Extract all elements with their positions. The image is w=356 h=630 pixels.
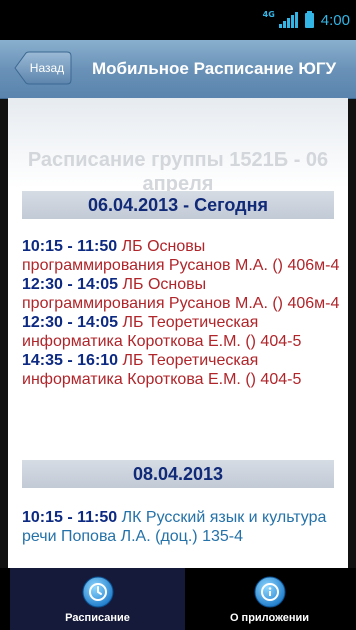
status-bar: 4G 4:00 <box>0 0 356 40</box>
network-type-label: 4G <box>262 10 275 19</box>
app-header: Назад Мобильное Расписание ЮГУ <box>0 40 356 99</box>
lesson-time: 14:35 - 16:10 <box>22 352 119 369</box>
tab-schedule-label: Расписание <box>65 612 130 624</box>
lesson-time: 12:30 - 14:05 <box>22 276 119 293</box>
info-icon <box>254 576 285 608</box>
date-header: 08.04.2013 <box>22 460 334 488</box>
lesson-time: 10:15 - 11:50 <box>22 509 118 526</box>
clock-icon <box>82 576 113 608</box>
lesson-item: 10:15 - 11:50 ЛК Русский язык и культура… <box>22 508 347 546</box>
tab-about-label: О приложении <box>229 612 310 624</box>
lesson-item: 10:15 - 11:50 ЛБ Основы программирования… <box>22 237 347 275</box>
lesson-time: 10:15 - 11:50 <box>22 238 118 255</box>
back-button-label: Назад <box>29 61 65 75</box>
status-clock: 4:00 <box>320 11 350 29</box>
signal-icon <box>278 12 298 28</box>
lesson-time: 12:30 - 14:05 <box>22 314 119 331</box>
lesson-list: 10:15 - 11:50 ЛБ Основы программирования… <box>22 237 347 389</box>
schedule-title: Расписание группы 1521Б - 06 апреля <box>27 149 329 195</box>
tab-about[interactable]: О приложении <box>182 568 356 630</box>
app-title: Мобильное Расписание ЮГУ <box>92 59 337 78</box>
schedule-content[interactable]: Расписание группы 1521Б - 06 апреля 06.0… <box>8 98 348 568</box>
lesson-list: 10:15 - 11:50 ЛК Русский язык и культура… <box>22 508 347 546</box>
tab-schedule[interactable]: Расписание <box>10 568 185 630</box>
lesson-item: 12:30 - 14:05 ЛБ Основы программирования… <box>22 275 347 313</box>
status-icons: 4G 4:00 <box>263 10 350 30</box>
lesson-item: 14:35 - 16:10 ЛБ Теоретическая информати… <box>22 351 347 389</box>
battery-icon <box>304 10 314 28</box>
lesson-item: 12:30 - 14:05 ЛБ Теоретическая информати… <box>22 313 347 351</box>
date-header: 06.04.2013 - Сегодня <box>22 191 334 219</box>
back-button[interactable]: Назад <box>14 51 72 85</box>
bottom-tab-bar: Расписание О приложении <box>0 568 356 630</box>
